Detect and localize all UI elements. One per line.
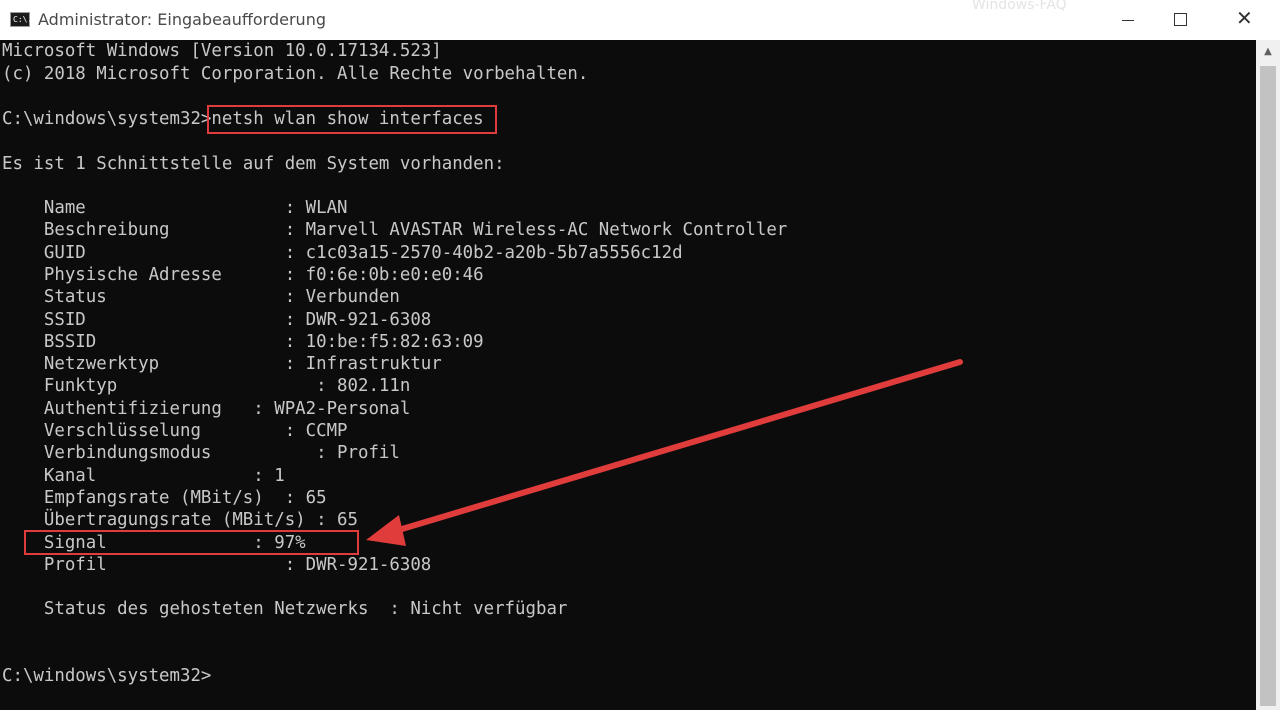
console-line: Microsoft Windows [Version 10.0.17134.52… <box>2 41 442 61</box>
minimize-icon <box>1122 20 1134 21</box>
close-icon: ✕ <box>1236 6 1253 30</box>
console-line: (c) 2018 Microsoft Corporation. Alle Rec… <box>2 63 589 84</box>
watermark: Windows-FAQ <box>972 0 1067 13</box>
prompt-line: C:\windows\system32> <box>2 666 212 687</box>
console-line: Verschlüsselung : CCMP <box>2 421 348 441</box>
window-title: Administrator: Eingabeaufforderung <box>38 10 326 29</box>
maximize-button[interactable] <box>1154 0 1212 40</box>
cmd-icon-label: C:\. <box>13 15 33 24</box>
console-line: GUID : c1c03a15-2570-40b2-a20b-5b7a5556c… <box>2 242 683 263</box>
console-line: Physische Adresse : f0:6e:0b:e0:e0:46 <box>2 264 484 285</box>
console-line: Name : WLAN <box>2 198 348 218</box>
maximize-icon <box>1174 13 1187 26</box>
scrollbar[interactable]: ▲ <box>1256 40 1280 710</box>
console-line: BSSID : 10:be:f5:82:63:09 <box>2 331 484 352</box>
console-line: Authentifizierung : WPA2-Personal <box>2 398 411 419</box>
console-line: Beschreibung : Marvell AVASTAR Wireless-… <box>2 220 788 241</box>
console-line: Status des gehosteten Netzwerks : Nicht … <box>2 599 568 620</box>
console-line: Es ist 1 Schnittstelle auf dem System vo… <box>2 153 505 174</box>
console-line: SSID : DWR-921-6308 <box>2 309 432 330</box>
console-line: Übertragungsrate (MBit/s) : 65 <box>2 510 358 531</box>
title-bar[interactable]: C:\. Administrator: Eingabeaufforderung … <box>0 0 1280 40</box>
console-line: Funktyp : 802.11n <box>2 376 411 397</box>
close-button[interactable]: ✕ <box>1218 0 1276 40</box>
console-line: Empfangsrate (MBit/s) : 65 <box>2 487 327 508</box>
scrollbar-thumb[interactable] <box>1260 66 1276 706</box>
console-line: Profil : DWR-921-6308 <box>2 554 432 575</box>
command-highlight-box <box>207 105 497 134</box>
console-line: Verbindungsmodus : Profil <box>2 443 400 464</box>
console-line: Netzwerktyp : Infrastruktur <box>2 354 442 375</box>
scroll-up-icon[interactable]: ▲ <box>1256 42 1280 62</box>
console-line: Status : Verbunden <box>2 287 400 308</box>
cmd-icon: C:\. <box>10 12 33 27</box>
minimize-button[interactable] <box>1098 0 1156 40</box>
console-output[interactable]: Microsoft Windows [Version 10.0.17134.52… <box>0 40 1256 710</box>
signal-highlight-box <box>24 530 359 555</box>
console-line: Kanal : 1 <box>2 465 285 486</box>
